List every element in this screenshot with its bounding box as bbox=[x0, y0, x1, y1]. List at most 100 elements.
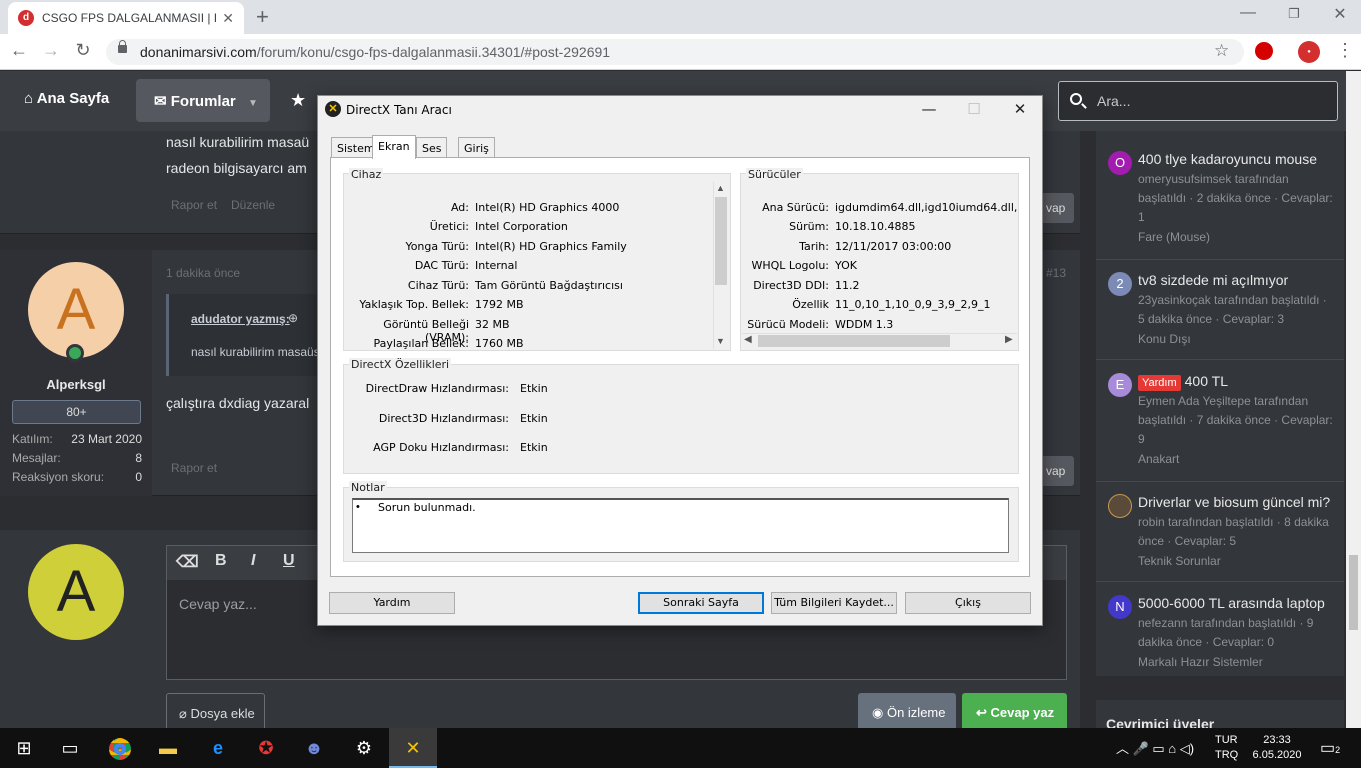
avatar[interactable] bbox=[1108, 494, 1132, 518]
reload-icon[interactable]: ↻ bbox=[72, 40, 94, 61]
close-window-icon[interactable]: ✕ bbox=[1330, 4, 1350, 24]
settings-gear-icon[interactable]: ⚙ bbox=[340, 728, 388, 768]
nav-forums[interactable]: ✉ Forumlar ▼ bbox=[136, 79, 270, 122]
clock[interactable]: 23:33 6.05.2020 bbox=[1250, 733, 1304, 763]
post-time[interactable]: 1 dakika önce bbox=[166, 266, 240, 280]
scrollbar-thumb[interactable] bbox=[758, 335, 950, 347]
browser-menu-icon[interactable]: ⋮ bbox=[1336, 40, 1354, 61]
preview-button[interactable]: ◉ Ön izleme bbox=[858, 693, 956, 731]
thread-title[interactable]: 5000-6000 TL arasında laptop bbox=[1138, 594, 1338, 612]
app-icon[interactable]: ✪ bbox=[242, 728, 290, 768]
driver-row-label: WHQL Logolu: bbox=[751, 259, 829, 272]
chrome-icon[interactable] bbox=[96, 728, 144, 768]
username[interactable]: Alperksgl bbox=[0, 377, 152, 392]
discord-icon[interactable]: ☻ bbox=[290, 728, 338, 768]
dialog-close-icon[interactable]: ✕ bbox=[1010, 100, 1030, 118]
dialog-minimize-icon[interactable]: — bbox=[919, 100, 939, 118]
thread-category[interactable]: Markalı Hazır Sistemler bbox=[1138, 655, 1263, 669]
reply-placeholder[interactable]: Cevap yaz... bbox=[179, 596, 257, 612]
edge-icon[interactable]: e bbox=[194, 728, 242, 768]
avatar[interactable]: 2 bbox=[1108, 272, 1132, 296]
lang-line1: TUR bbox=[1215, 734, 1238, 746]
file-explorer-icon[interactable]: ▬ bbox=[144, 728, 192, 768]
forward-icon[interactable]: → bbox=[40, 40, 62, 61]
system-tray-icons[interactable]: ︿ 🎤 ▭ ⌂ ◁) bbox=[1116, 738, 1194, 757]
attach-label: Dosya ekle bbox=[190, 706, 255, 721]
thread-category[interactable]: Konu Dışı bbox=[1138, 332, 1191, 346]
avatar: A bbox=[28, 544, 124, 640]
device-list[interactable]: Ad: Intel(R) HD Graphics 4000 Üretici: I… bbox=[346, 182, 713, 349]
back-icon[interactable]: ← bbox=[8, 40, 30, 61]
attach-file-button[interactable]: ⌀ Dosya ekle bbox=[166, 693, 265, 731]
eraser-icon[interactable]: ⌫ bbox=[176, 552, 199, 572]
report-link[interactable]: Rapor et bbox=[171, 198, 217, 212]
post-number[interactable]: #13 bbox=[1046, 266, 1066, 280]
thread-title[interactable]: tv8 sizdede mi açılmıyor bbox=[1138, 271, 1338, 289]
save-all-button[interactable]: Tüm Bilgileri Kaydet... bbox=[771, 592, 897, 614]
scroll-up-icon[interactable]: ▲ bbox=[716, 183, 725, 193]
profile-avatar[interactable]: ● bbox=[1298, 41, 1320, 63]
nav-forums-label: Forumlar bbox=[170, 93, 236, 110]
thread-title-text: 400 TL bbox=[1184, 373, 1228, 389]
expand-quote-icon[interactable]: ⊕ bbox=[288, 311, 298, 325]
scroll-down-icon[interactable]: ▼ bbox=[716, 336, 725, 346]
star-icon[interactable]: ★ bbox=[290, 90, 306, 111]
device-row-value: 1792 MB bbox=[475, 298, 524, 311]
address-bar[interactable]: donanimarsivi.com/forum/konu/csgo-fps-da… bbox=[106, 39, 1244, 65]
underline-icon[interactable]: U bbox=[283, 552, 295, 570]
input-language[interactable]: TUR TRQ bbox=[1215, 733, 1238, 763]
extension-icon[interactable] bbox=[1255, 42, 1273, 60]
search-input[interactable]: Ara... bbox=[1058, 81, 1338, 121]
driver-row-label: Tarih: bbox=[799, 240, 829, 253]
directx-taskbar-icon[interactable]: ✕ bbox=[389, 728, 437, 768]
notification-count: 2 bbox=[1335, 745, 1341, 755]
reply-button[interactable]: vap bbox=[1040, 456, 1074, 486]
nav-home[interactable]: ⌂ Ana Sayfa bbox=[24, 90, 109, 107]
minimize-icon[interactable]: — bbox=[1238, 4, 1258, 22]
thread-category[interactable]: Anakart bbox=[1138, 452, 1179, 466]
edit-link[interactable]: Düzenle bbox=[231, 198, 275, 212]
lock-icon[interactable] bbox=[118, 40, 127, 53]
thread-title[interactable]: Yardım 400 TL bbox=[1138, 372, 1338, 392]
avatar[interactable]: O bbox=[1108, 151, 1132, 175]
chevron-down-icon[interactable]: ▼ bbox=[248, 98, 258, 109]
thread-title[interactable]: 400 tlye kadaroyuncu mouse bbox=[1138, 150, 1338, 168]
start-icon[interactable]: ⊞ bbox=[0, 728, 48, 768]
drivers-list[interactable]: Ana Sürücü: igdumdim64.dll,igd10iumd64.d… bbox=[742, 182, 1017, 332]
reply-button[interactable]: vap bbox=[1040, 193, 1074, 223]
scroll-right-icon[interactable]: ▶ bbox=[1005, 334, 1013, 345]
tab-ekran[interactable]: Ekran bbox=[372, 135, 416, 159]
clock-time: 23:33 bbox=[1263, 734, 1291, 746]
help-button[interactable]: Yardım bbox=[329, 592, 455, 614]
italic-icon[interactable]: I bbox=[251, 552, 255, 570]
scrollbar-thumb[interactable] bbox=[715, 197, 727, 285]
clock-date: 6.05.2020 bbox=[1252, 749, 1302, 761]
avatar[interactable]: E bbox=[1108, 373, 1132, 397]
close-tab-icon[interactable]: ✕ bbox=[222, 10, 234, 27]
device-group-label: Cihaz bbox=[349, 168, 384, 181]
post-text: çalıştıra dxdiag yazaral bbox=[166, 395, 310, 411]
quote-author[interactable]: adudator yazmış: bbox=[191, 312, 290, 326]
bookmark-star-icon[interactable]: ☆ bbox=[1214, 41, 1229, 61]
scroll-left-icon[interactable]: ◀ bbox=[744, 334, 752, 345]
driver-row-label: Direct3D DDI: bbox=[753, 279, 829, 292]
task-view-icon[interactable]: ▭ bbox=[46, 728, 94, 768]
thread-title[interactable]: Driverlar ve biosum güncel mi? bbox=[1138, 493, 1338, 511]
tab-ses[interactable]: Ses bbox=[416, 137, 448, 158]
scrollbar-thumb[interactable] bbox=[1349, 555, 1358, 630]
restore-icon[interactable]: ❐ bbox=[1284, 6, 1304, 22]
thread-category[interactable]: Teknik Sorunlar bbox=[1138, 554, 1221, 568]
thread-category[interactable]: Fare (Mouse) bbox=[1138, 230, 1210, 244]
next-page-button[interactable]: Sonraki Sayfa bbox=[638, 592, 764, 614]
submit-reply-button[interactable]: ↩ Cevap yaz bbox=[962, 693, 1067, 731]
bold-icon[interactable]: B bbox=[215, 552, 227, 570]
exit-button[interactable]: Çıkış bbox=[905, 592, 1031, 614]
tab-giris[interactable]: Giriş bbox=[458, 137, 495, 158]
new-tab-icon[interactable]: + bbox=[256, 4, 269, 30]
dialog-maximize-icon[interactable]: ☐ bbox=[964, 100, 984, 118]
notification-icon[interactable]: ▭2 bbox=[1320, 738, 1340, 758]
stat-label: Katılım: bbox=[12, 432, 53, 446]
report-link[interactable]: Rapor et bbox=[171, 461, 217, 475]
browser-tab[interactable]: d CSGO FPS DALGALANMASII | Do ✕ bbox=[8, 2, 244, 34]
avatar[interactable]: N bbox=[1108, 595, 1132, 619]
